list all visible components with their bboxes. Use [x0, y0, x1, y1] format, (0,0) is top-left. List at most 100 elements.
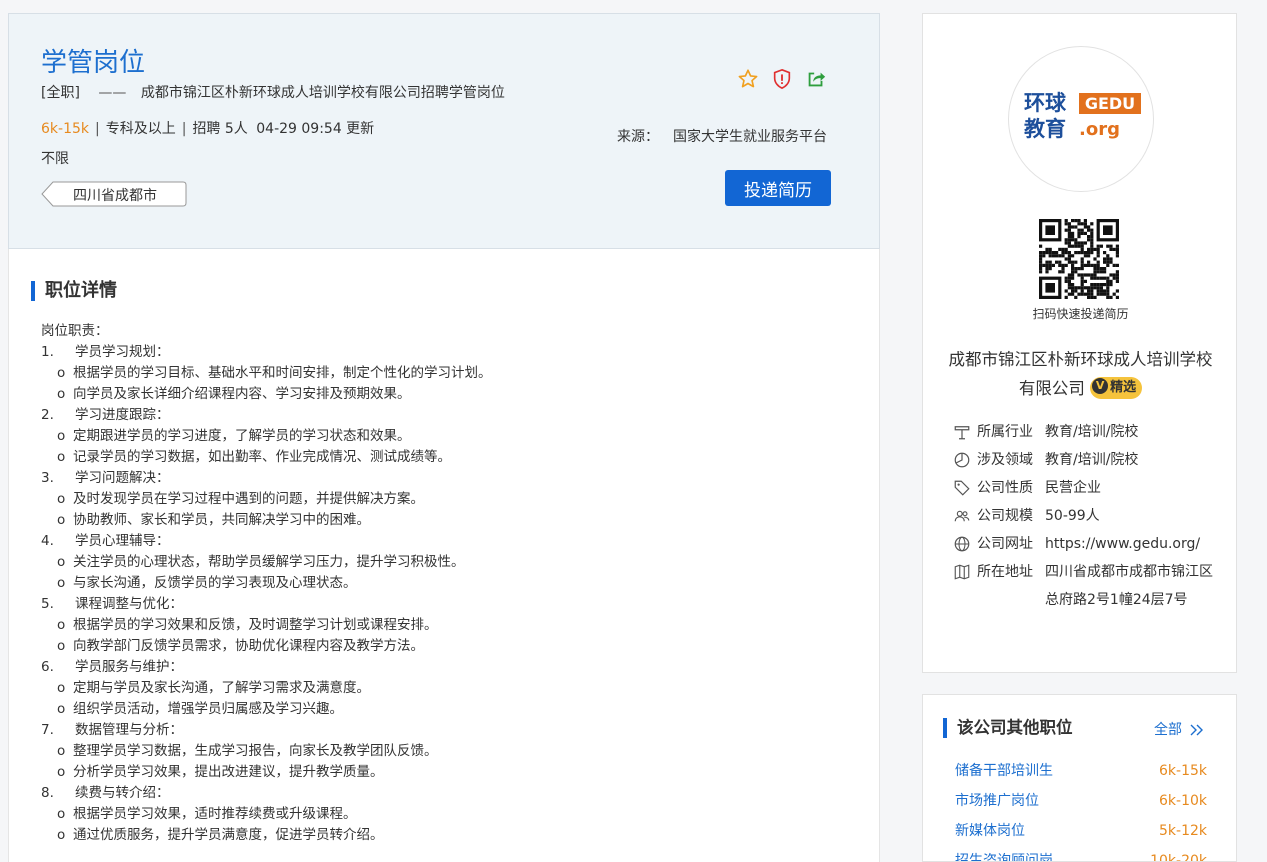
- job-headcount: 招聘 5人: [192, 121, 248, 137]
- report-shield-icon[interactable]: [771, 68, 793, 90]
- detail-item-number: 7.: [41, 722, 54, 738]
- map-icon: [953, 558, 977, 586]
- qr-caption: 扫码快速投递简历: [1032, 307, 1129, 321]
- info-label: 所在地址: [977, 564, 1033, 580]
- bullet-mark: o: [57, 806, 66, 822]
- star-icon[interactable]: [737, 68, 759, 90]
- detail-bullet: o 向教学部门反馈学员需求，协助优化课程内容及教学方法。: [41, 636, 861, 657]
- bullet-mark: o: [57, 764, 66, 780]
- detail-body: 岗位职责： 1. 学员学习规划： o 根据学员的学习目标、基础水平和时间安排，制定个性…: [41, 321, 861, 846]
- company-card: 环球 教育 GEDU .org 扫码快速投递简历 成都市锦江区朴新环球成人培训学…: [922, 13, 1237, 673]
- company-info-row: 涉及领域 教育/培训/院校: [953, 446, 1223, 474]
- detail-bullet-text: 协助教师、家长和学员，共同解决学习中的困难。: [73, 512, 370, 528]
- job-updated: 04-29 09:54 更新: [256, 121, 375, 137]
- bullet-mark: o: [57, 617, 66, 633]
- detail-item-number: 1.: [41, 344, 54, 360]
- job-education: 专科及以上: [105, 121, 176, 137]
- location-tag[interactable]: 四川省成都市: [41, 181, 187, 207]
- info-value: 教育/培训/院校: [1045, 424, 1139, 440]
- detail-item-title: 学习进度跟踪：: [75, 407, 170, 423]
- detail-item: 1. 学员学习规划：: [41, 342, 861, 363]
- detail-bullet-text: 向学员及家长详细介绍课程内容、学习安排及预期效果。: [73, 386, 411, 402]
- bullet-mark: o: [57, 575, 66, 591]
- detail-bullet-text: 组织学员活动，增强学员归属感及学习兴趣。: [73, 701, 343, 717]
- other-job-name[interactable]: 市场推广岗位: [955, 786, 1039, 816]
- job-experience: 不限: [41, 151, 69, 167]
- detail-item: 8. 续费与转介绍：: [41, 783, 861, 804]
- header-actions: [737, 68, 827, 90]
- qr-code-icon: [1039, 219, 1119, 299]
- info-label: 公司网址: [977, 536, 1033, 552]
- job-header: 学管岗位 [全职] —— 成都市锦江区朴新环球成人培训学校有限公司招聘学管岗位 …: [8, 13, 880, 249]
- bullet-mark: o: [57, 512, 66, 528]
- industry-icon: [953, 418, 977, 446]
- detail-bullet-text: 向教学部门反馈学员需求，协助优化课程内容及教学方法。: [73, 638, 424, 654]
- company-info-row: 公司规模 50-99人: [953, 502, 1223, 530]
- apply-resume-button[interactable]: 投递简历: [725, 170, 831, 206]
- detail-intro: 岗位职责：: [41, 323, 109, 339]
- other-jobs-list: 储备干部培训生 6k-15k 市场推广岗位 6k-10k 新媒体岗位 5k-12k 招生咨询…: [955, 756, 1207, 861]
- job-salary: 6k-15k: [41, 121, 89, 137]
- meta-separator: |: [95, 121, 100, 137]
- company-logo[interactable]: 环球 教育 GEDU .org: [1008, 46, 1154, 192]
- share-icon[interactable]: [805, 68, 827, 90]
- other-job-name[interactable]: 储备干部培训生: [955, 756, 1053, 786]
- detail-bullet-text: 记录学员的学习数据，如出勤率、作业完成情况、测试成绩等。: [73, 449, 451, 465]
- detail-bullet: o 及时发现学员在学习过程中遇到的问题，并提供解决方案。: [41, 489, 861, 510]
- detail-bullet-text: 与家长沟通，反馈学员的学习表现及心理状态。: [73, 575, 357, 591]
- detail-item-title: 数据管理与分析：: [75, 722, 183, 738]
- detail-bullet-text: 及时发现学员在学习过程中遇到的问题，并提供解决方案。: [73, 491, 424, 507]
- logo-text-en-2: .org: [1079, 119, 1120, 140]
- detail-item-number: 2.: [41, 407, 54, 423]
- detail-bullet: o 关注学员的心理状态，帮助学员缓解学习压力，提升学习积极性。: [41, 552, 861, 573]
- other-job-name[interactable]: 新媒体岗位: [955, 816, 1025, 846]
- detail-item-number: 5.: [41, 596, 54, 612]
- other-jobs-heading: 该公司其他职位: [943, 718, 1073, 738]
- other-job-row[interactable]: 招生咨询顾问岗 10k-20k: [955, 846, 1207, 861]
- other-jobs-all-link[interactable]: 全部: [1154, 719, 1204, 739]
- other-job-salary: 5k-12k: [1159, 823, 1207, 839]
- other-job-row[interactable]: 新媒体岗位 5k-12k: [955, 816, 1207, 846]
- location-tag-label: 四川省成都市: [73, 188, 157, 204]
- other-job-salary: 6k-15k: [1159, 763, 1207, 779]
- subtitle-dash: ——: [98, 85, 127, 101]
- detail-list: 1. 学员学习规划： o 根据学员的学习目标、基础水平和时间安排，制定个性化的学习计划…: [41, 342, 861, 846]
- info-label: 所属行业: [977, 424, 1033, 440]
- bullet-mark: o: [57, 638, 66, 654]
- meta-separator: |: [181, 121, 187, 137]
- info-value[interactable]: https://www.gedu.org/: [1045, 530, 1215, 558]
- other-job-row[interactable]: 市场推广岗位 6k-10k: [955, 786, 1207, 816]
- detail-bullet-text: 关注学员的心理状态，帮助学员缓解学习压力，提升学习积极性。: [73, 554, 465, 570]
- bullet-mark: o: [57, 680, 66, 696]
- detail-item-title: 学员服务与维护：: [75, 659, 183, 675]
- source-label: 来源：: [617, 129, 659, 145]
- detail-bullet-text: 定期与学员及家长沟通，了解学习需求及满意度。: [73, 680, 370, 696]
- other-job-row[interactable]: 储备干部培训生 6k-15k: [955, 756, 1207, 786]
- detail-bullet: o 整理学员学习数据，生成学习报告，向家长及教学团队反馈。: [41, 741, 861, 762]
- logo-text-en-1: GEDU: [1079, 93, 1141, 114]
- detail-item-number: 4.: [41, 533, 54, 549]
- source-line: 来源： 国家大学生就业服务平台: [617, 126, 827, 146]
- detail-item-title: 续费与转介绍：: [75, 785, 170, 801]
- job-subtitle: [全职] —— 成都市锦江区朴新环球成人培训学校有限公司招聘学管岗位: [41, 82, 505, 102]
- detail-item: 7. 数据管理与分析：: [41, 720, 861, 741]
- other-jobs-card: 该公司其他职位 全部 储备干部培训生 6k-15k 市场推广岗位 6k-10k 新媒体岗…: [922, 694, 1237, 862]
- bullet-mark: o: [57, 386, 66, 402]
- detail-bullet: o 根据学员的学习效果和反馈，及时调整学习计划或课程安排。: [41, 615, 861, 636]
- company-recruit-line: 成都市锦江区朴新环球成人培训学校有限公司招聘学管岗位: [140, 85, 505, 101]
- detail-item-number: 3.: [41, 470, 54, 486]
- company-name[interactable]: 成都市锦江区朴新环球成人培训学校有限公司 V 精选: [943, 345, 1218, 403]
- featured-badge-label: 精选: [1110, 379, 1137, 395]
- detail-bullet-text: 根据学员的学习目标、基础水平和时间安排，制定个性化的学习计划。: [73, 365, 492, 381]
- detail-bullet: o 分析学员学习效果，提出改进建议，提升教学质量。: [41, 762, 861, 783]
- job-type: [全职]: [41, 85, 80, 101]
- detail-bullet: o 根据学员的学习目标、基础水平和时间安排，制定个性化的学习计划。: [41, 363, 861, 384]
- info-label: 公司规模: [977, 508, 1033, 524]
- detail-bullet-text: 分析学员学习效果，提出改进建议，提升教学质量。: [73, 764, 384, 780]
- detail-bullet: o 定期与学员及家长沟通，了解学习需求及满意度。: [41, 678, 861, 699]
- other-job-name[interactable]: 招生咨询顾问岗: [955, 846, 1053, 861]
- bullet-mark: o: [57, 428, 66, 444]
- detail-bullet-text: 根据学员的学习效果和反馈，及时调整学习计划或课程安排。: [73, 617, 438, 633]
- company-info-row: 公司网址 https://www.gedu.org/: [953, 530, 1223, 558]
- detail-bullet: o 根据学员学习效果，适时推荐续费或升级课程。: [41, 804, 861, 825]
